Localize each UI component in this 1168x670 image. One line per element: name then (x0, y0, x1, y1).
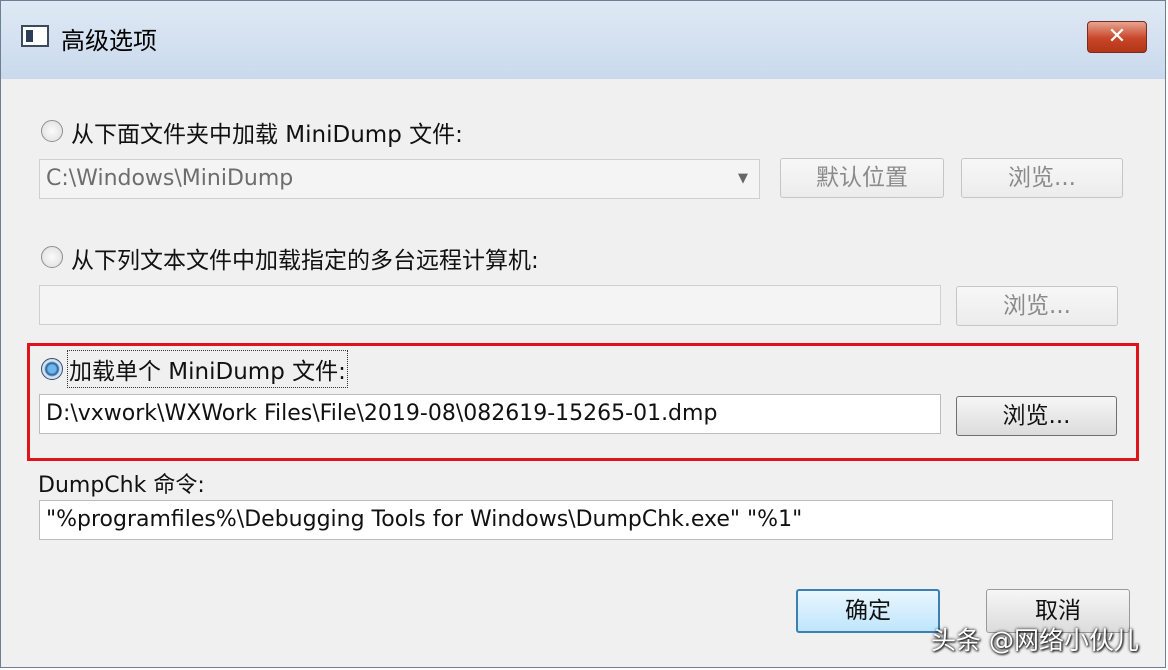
default-location-button[interactable]: 默认位置 (780, 158, 944, 198)
single-minidump-path-input[interactable]: D:\vxwork\WXWork Files\File\2019-08\0826… (39, 394, 941, 434)
watermark-text: 头条 @网络小伙儿 (931, 626, 1139, 655)
radio-load-single-minidump-label[interactable]: 加载单个 MiniDump 文件: (67, 350, 348, 388)
advanced-options-dialog: 高级选项 ✕ 从下面文件夹中加载 MiniDump 文件: C:\Windows… (0, 0, 1166, 668)
remote-computers-file-input[interactable] (39, 285, 941, 325)
chevron-down-icon[interactable]: ▼ (733, 160, 753, 198)
browse-remote-file-button[interactable]: 浏览... (956, 286, 1118, 326)
radio-load-from-folder-label[interactable]: 从下面文件夹中加载 MiniDump 文件: (71, 115, 463, 149)
radio-load-remote-computers-label[interactable]: 从下列文本文件中加载指定的多台远程计算机: (71, 241, 539, 275)
radio-load-single-minidump[interactable] (41, 358, 63, 380)
radio-load-remote-computers[interactable] (41, 246, 63, 268)
minidump-folder-combo[interactable]: C:\Windows\MiniDump ▼ (39, 159, 760, 199)
close-button[interactable]: ✕ (1087, 21, 1147, 53)
dumpchk-command-label: DumpChk 命令: (38, 473, 205, 498)
browse-folder-button[interactable]: 浏览... (961, 158, 1123, 198)
browse-single-minidump-button[interactable]: 浏览... (956, 396, 1117, 436)
window-icon (21, 25, 49, 47)
ok-button[interactable]: 确定 (796, 589, 940, 633)
radio-load-from-folder[interactable] (41, 120, 63, 142)
dumpchk-command-input[interactable]: "%programfiles%\Debugging Tools for Wind… (39, 500, 1113, 540)
minidump-folder-value: C:\Windows\MiniDump (46, 166, 294, 191)
window-title: 高级选项 (61, 27, 157, 55)
title-bar[interactable]: 高级选项 ✕ (1, 1, 1165, 79)
